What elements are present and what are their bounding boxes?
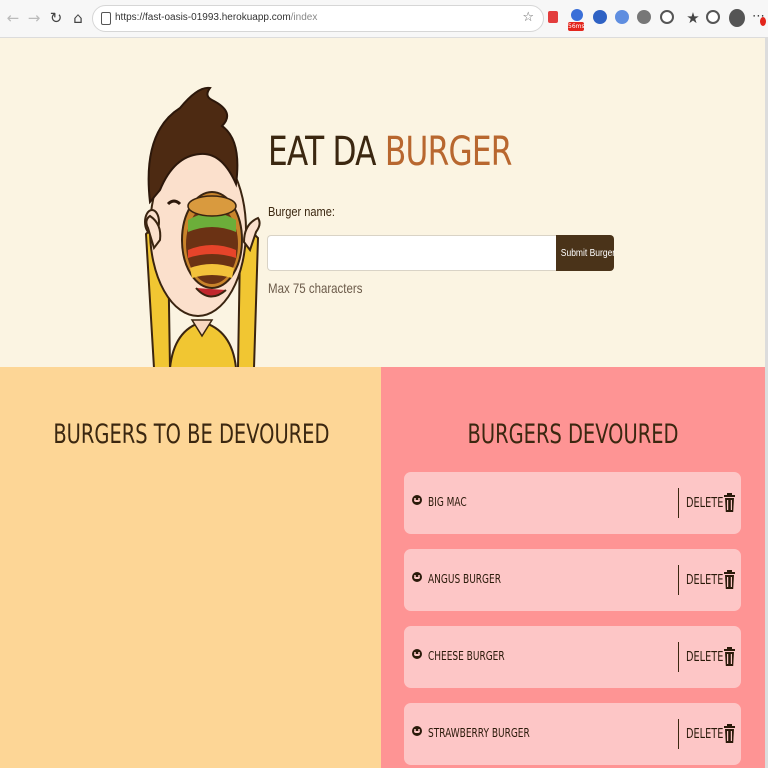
page-title: EAT DA BURGER: [268, 129, 512, 175]
divider: [678, 488, 679, 518]
delete-label: DELETE: [686, 650, 724, 665]
submit-burger-button[interactable]: Submit Burger: [556, 235, 615, 271]
extension-icon[interactable]: [548, 11, 558, 23]
max-characters-note: Max 75 characters: [268, 280, 363, 296]
url-text[interactable]: https://fast-oasis-01993.herokuapp.com/i…: [115, 12, 317, 23]
smiley-icon: [412, 649, 422, 659]
collections-icon[interactable]: [706, 10, 720, 24]
delete-button[interactable]: DELETE: [684, 490, 740, 516]
delete-button[interactable]: DELETE: [684, 721, 740, 747]
devoured-burger-card: STRAWBERRY BURGER DELETE: [404, 703, 741, 765]
delete-button[interactable]: DELETE: [684, 644, 740, 670]
burger-name: CHEESE BURGER: [428, 649, 505, 663]
trash-icon: [724, 493, 735, 512]
extension-icon[interactable]: [571, 9, 583, 21]
burger-name-label: Burger name:: [268, 204, 335, 219]
divider: [678, 642, 679, 672]
bookmark-star-icon[interactable]: ☆: [522, 10, 534, 25]
delete-label: DELETE: [686, 573, 724, 588]
delete-label: DELETE: [686, 727, 724, 742]
divider: [678, 719, 679, 749]
devoured-heading: BURGERS DEVOURED: [467, 419, 679, 450]
delete-button[interactable]: DELETE: [684, 567, 740, 593]
burger-name: BIG MAC: [428, 495, 467, 509]
lock-icon[interactable]: [101, 12, 111, 25]
devoured-burger-card: CHEESE BURGER DELETE: [404, 626, 741, 688]
burger-name: ANGUS BURGER: [428, 572, 501, 586]
smiley-icon: [412, 572, 422, 582]
extension-badge: 56ms: [568, 22, 585, 31]
address-bar[interactable]: https://fast-oasis-01993.herokuapp.com/i…: [92, 5, 544, 32]
divider: [678, 565, 679, 595]
trash-icon: [724, 647, 735, 666]
extension-icon[interactable]: [660, 10, 674, 24]
devoured-burger-card: ANGUS BURGER DELETE: [404, 549, 741, 611]
more-icon[interactable]: ⋯: [752, 9, 766, 27]
extension-icon[interactable]: [615, 10, 629, 24]
reload-icon[interactable]: ↻: [47, 9, 65, 27]
delete-label: DELETE: [686, 496, 724, 511]
back-icon[interactable]: ←: [4, 9, 22, 27]
burger-mascot-illustration: [144, 86, 261, 368]
favorites-icon[interactable]: ★: [684, 9, 702, 27]
avatar[interactable]: [729, 9, 745, 27]
smiley-icon: [412, 495, 422, 505]
to-be-devoured-heading: BURGERS TO BE DEVOURED: [53, 419, 330, 450]
burger-name: STRAWBERRY BURGER: [428, 726, 530, 740]
hero-section: [0, 38, 765, 367]
home-icon[interactable]: ⌂: [69, 9, 87, 27]
trash-icon: [724, 570, 735, 589]
extension-icon[interactable]: [637, 10, 651, 24]
forward-icon[interactable]: →: [25, 9, 43, 27]
smiley-icon: [412, 726, 422, 736]
trash-icon: [724, 724, 735, 743]
browser-toolbar: ← → ↻ ⌂ https://fast-oasis-01993.herokua…: [0, 0, 768, 38]
burger-name-input[interactable]: [267, 235, 556, 271]
devoured-burger-card: BIG MAC DELETE: [404, 472, 741, 534]
extension-icon[interactable]: [593, 10, 607, 24]
